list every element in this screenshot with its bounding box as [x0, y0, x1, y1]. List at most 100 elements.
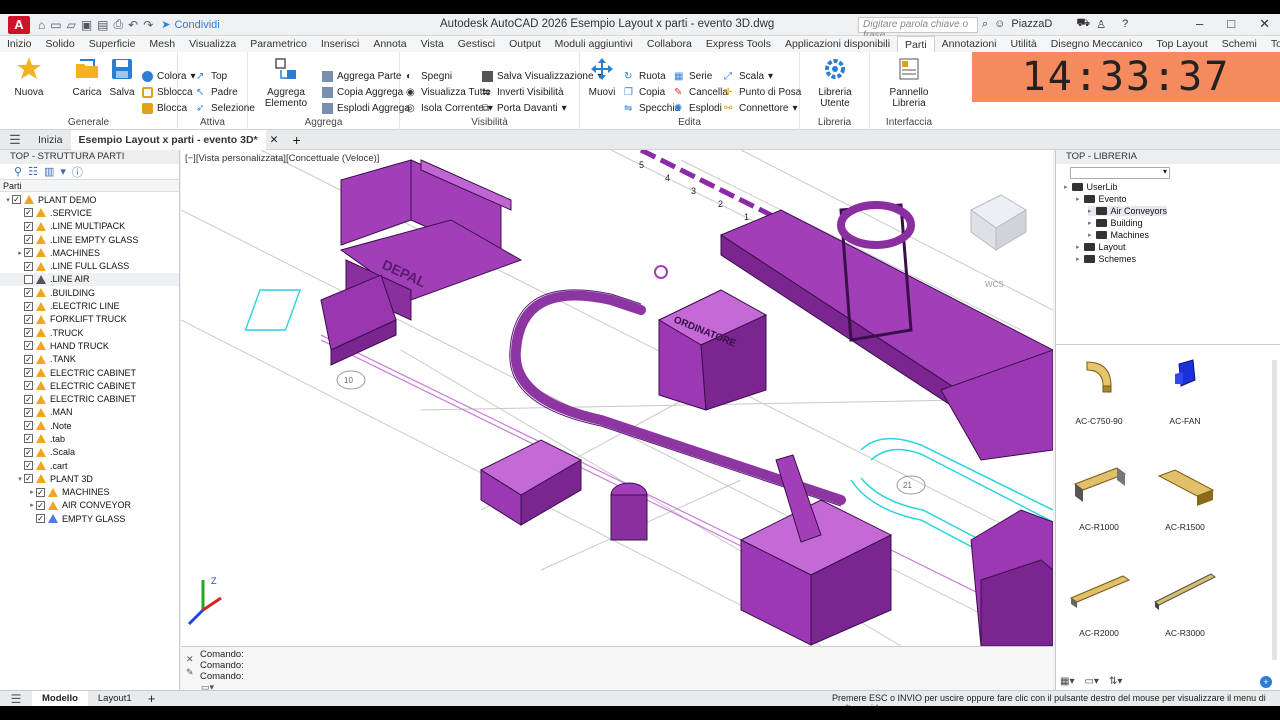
connettore-button[interactable]: ⚯ Connettore ▾: [724, 100, 798, 116]
ruota-button[interactable]: ↻ Ruota: [624, 68, 666, 84]
visibility-checkbox[interactable]: ✓: [12, 195, 21, 205]
tree-item[interactable]: ✓ .SERVICE: [0, 206, 179, 219]
aggrega-elemento-button[interactable]: Aggrega Elemento: [250, 54, 322, 109]
spegni-button[interactable]: ◐ Spegni: [406, 68, 452, 84]
sort-icon[interactable]: ⇅▾: [1109, 676, 1122, 687]
copia-aggrega-button[interactable]: Copia Aggrega: [322, 84, 403, 100]
library-scrollbar[interactable]: [1272, 360, 1277, 660]
padre-button[interactable]: ↖ Padre: [196, 84, 238, 100]
expand-arrow-icon[interactable]: ▸: [1076, 255, 1080, 263]
ribbon-tab-annota[interactable]: Annota: [366, 36, 413, 52]
viewcube-widget[interactable]: WCS: [970, 194, 1027, 289]
library-folder[interactable]: ▸ Layout: [1076, 242, 1126, 252]
expand-arrow-icon[interactable]: ▸: [1088, 219, 1092, 227]
tree-item[interactable]: ✓ .cart: [0, 459, 179, 472]
ribbon-tab-inserisci[interactable]: Inserisci: [314, 36, 367, 52]
print-icon[interactable]: ⎙: [114, 17, 124, 32]
tree-item[interactable]: ✓ .MAN: [0, 406, 179, 419]
library-dropdown[interactable]: ▾: [1070, 167, 1170, 179]
tile-ac-r1000[interactable]: AC-R1000: [1064, 462, 1134, 532]
expand-arrow-icon[interactable]: ▸: [1088, 207, 1092, 215]
cancella-button[interactable]: ✎ Cancella: [674, 84, 728, 100]
ribbon-tab-utilit-[interactable]: Utilità: [1004, 36, 1044, 52]
copia-button[interactable]: ❐ Copia: [624, 84, 665, 100]
tile-ac-r1500[interactable]: AC-R1500: [1150, 462, 1220, 532]
ribbon-tab-parametrico[interactable]: Parametrico: [243, 36, 314, 52]
tab-inizia[interactable]: Inizia: [30, 130, 71, 150]
esplodi-button[interactable]: ✺ Esplodi: [674, 100, 722, 116]
tree-item[interactable]: ▸ ✓ AIR CONVEYOR: [0, 499, 179, 512]
autocad-logo-icon[interactable]: A: [8, 15, 30, 34]
bottom-center-tank[interactable]: [739, 454, 893, 646]
top-button[interactable]: ↗ Top: [196, 68, 227, 84]
isola-corrente-button[interactable]: ◎ Isola Corrente ▾: [406, 100, 493, 116]
tree-item[interactable]: ✓ ELECTRIC CABINET: [0, 366, 179, 379]
tree-item[interactable]: ▸ ✓ MACHINES: [0, 486, 179, 499]
ribbon-tab-gestisci[interactable]: Gestisci: [451, 36, 502, 52]
visibility-checkbox[interactable]: [24, 274, 33, 284]
close-cmd-icon[interactable]: ✕: [186, 654, 194, 665]
library-folder[interactable]: ▸ Machines: [1088, 230, 1149, 240]
library-folder[interactable]: ▸ Schemes: [1076, 254, 1136, 264]
tree-item[interactable]: ✓ HAND TRUCK: [0, 339, 179, 352]
ribbon-tab-express-tools[interactable]: Express Tools: [699, 36, 778, 52]
depal-machine[interactable]: [320, 159, 523, 366]
bottom-left-machine[interactable]: [479, 439, 648, 541]
redo-icon[interactable]: ↷: [143, 18, 153, 32]
visibility-checkbox[interactable]: ✓: [24, 421, 33, 431]
visibility-checkbox[interactable]: ✓: [24, 221, 33, 231]
ribbon-tab-parti[interactable]: Parti: [897, 36, 935, 52]
close-tab-icon[interactable]: ✕: [266, 134, 283, 146]
visibility-checkbox[interactable]: ✓: [36, 487, 45, 497]
library-folder[interactable]: ▸ Building: [1088, 218, 1143, 228]
add-library-item-icon[interactable]: +: [1260, 676, 1272, 688]
ribbon-tab-inizio[interactable]: Inizio: [0, 36, 39, 52]
search-icon[interactable]: ⌕: [982, 18, 988, 31]
tree-item[interactable]: .LINE AIR: [0, 272, 179, 287]
tile-ac-fan[interactable]: AC-FAN: [1150, 356, 1220, 426]
new-file-icon[interactable]: ▭: [50, 18, 61, 32]
visibility-checkbox[interactable]: ✓: [24, 407, 33, 417]
visibility-checkbox[interactable]: ✓: [24, 301, 33, 311]
visibility-checkbox[interactable]: ✓: [24, 381, 33, 391]
user-name[interactable]: PiazzaD: [1011, 18, 1052, 30]
user-badge-icon[interactable]: ♙: [1096, 18, 1106, 31]
folder-view-icon[interactable]: ▭▾: [1084, 676, 1098, 687]
muovi-button[interactable]: Muovi: [582, 54, 622, 98]
scala-button[interactable]: ⤢ Scala ▾: [724, 68, 773, 84]
save-as-icon[interactable]: ▤: [97, 18, 108, 32]
tree-item[interactable]: ✓ .Scala: [0, 446, 179, 459]
visibility-checkbox[interactable]: ✓: [24, 288, 33, 298]
visibility-checkbox[interactable]: ✓: [24, 354, 33, 364]
tree-item[interactable]: ✓ .Note: [0, 419, 179, 432]
porta-davanti-button[interactable]: ⧉ Porta Davanti ▾: [482, 100, 567, 116]
ribbon-tab-output[interactable]: Output: [502, 36, 548, 52]
tree-item[interactable]: ✓ .ELECTRIC LINE: [0, 299, 179, 312]
ribbon-tab-top-layout[interactable]: Top Layout: [1149, 36, 1214, 52]
expand-arrow-icon[interactable]: ▸: [16, 249, 24, 257]
visibility-checkbox[interactable]: ✓: [24, 314, 33, 324]
drawing-viewport[interactable]: [−][Vista personalizzata][Concettuale (V…: [181, 150, 1053, 646]
visibility-checkbox[interactable]: ✓: [24, 394, 33, 404]
tab-layout1[interactable]: Layout1: [88, 691, 142, 707]
tree-item[interactable]: ▾ ✓ PLANT 3D: [0, 472, 179, 485]
expand-arrow-icon[interactable]: ▸: [1064, 183, 1068, 191]
ribbon-tab-top-3d[interactable]: Top 3D: [1264, 36, 1280, 52]
library-folder[interactable]: ▸ UserLib: [1064, 182, 1118, 192]
visibility-checkbox[interactable]: ✓: [24, 461, 33, 471]
pannello-libreria-button[interactable]: Pannello Libreria: [874, 54, 944, 109]
visibility-checkbox[interactable]: ✓: [24, 474, 33, 484]
close-icon[interactable]: ✕: [1259, 16, 1270, 32]
tab-modello[interactable]: Modello: [32, 690, 88, 706]
add-layout-plus-icon[interactable]: +: [142, 691, 162, 706]
layout-menu-icon[interactable]: ☰: [0, 692, 32, 706]
menu-icon[interactable]: ☰: [0, 132, 30, 148]
tree-item[interactable]: ✓ .TRUCK: [0, 326, 179, 339]
tile-ac-r2000[interactable]: AC-R2000: [1064, 568, 1134, 638]
minimize-icon[interactable]: –: [1196, 16, 1203, 32]
tree-item[interactable]: ✓ .tab: [0, 432, 179, 445]
tree-item[interactable]: ✓ ELECTRIC CABINET: [0, 392, 179, 405]
visibility-checkbox[interactable]: ✓: [24, 368, 33, 377]
salva-button[interactable]: Salva: [102, 54, 142, 98]
expand-arrow-icon[interactable]: ▸: [1076, 195, 1080, 203]
